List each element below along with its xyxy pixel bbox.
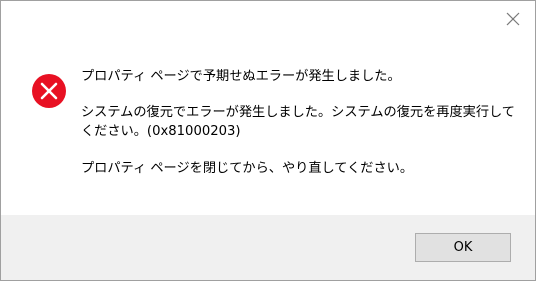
message-detail: システムの復元でエラーが発生しました。システムの復元を再度実行してください。(0… [81, 105, 515, 139]
error-dialog: プロパティ ページで予期せぬエラーが発生しました。 システムの復元でエラーが発生… [0, 0, 536, 281]
dialog-content: プロパティ ページで予期せぬエラーが発生しました。 システムの復元でエラーが発生… [1, 1, 535, 215]
message-text: プロパティ ページで予期せぬエラーが発生しました。 システムの復元でエラーが発生… [81, 67, 521, 178]
message-action: プロパティ ページを閉じてから、やり直してください。 [81, 161, 414, 176]
dialog-footer: OK [1, 215, 535, 280]
message-title: プロパティ ページで予期せぬエラーが発生しました。 [81, 69, 401, 84]
ok-button[interactable]: OK [415, 233, 511, 262]
error-icon [32, 74, 66, 108]
